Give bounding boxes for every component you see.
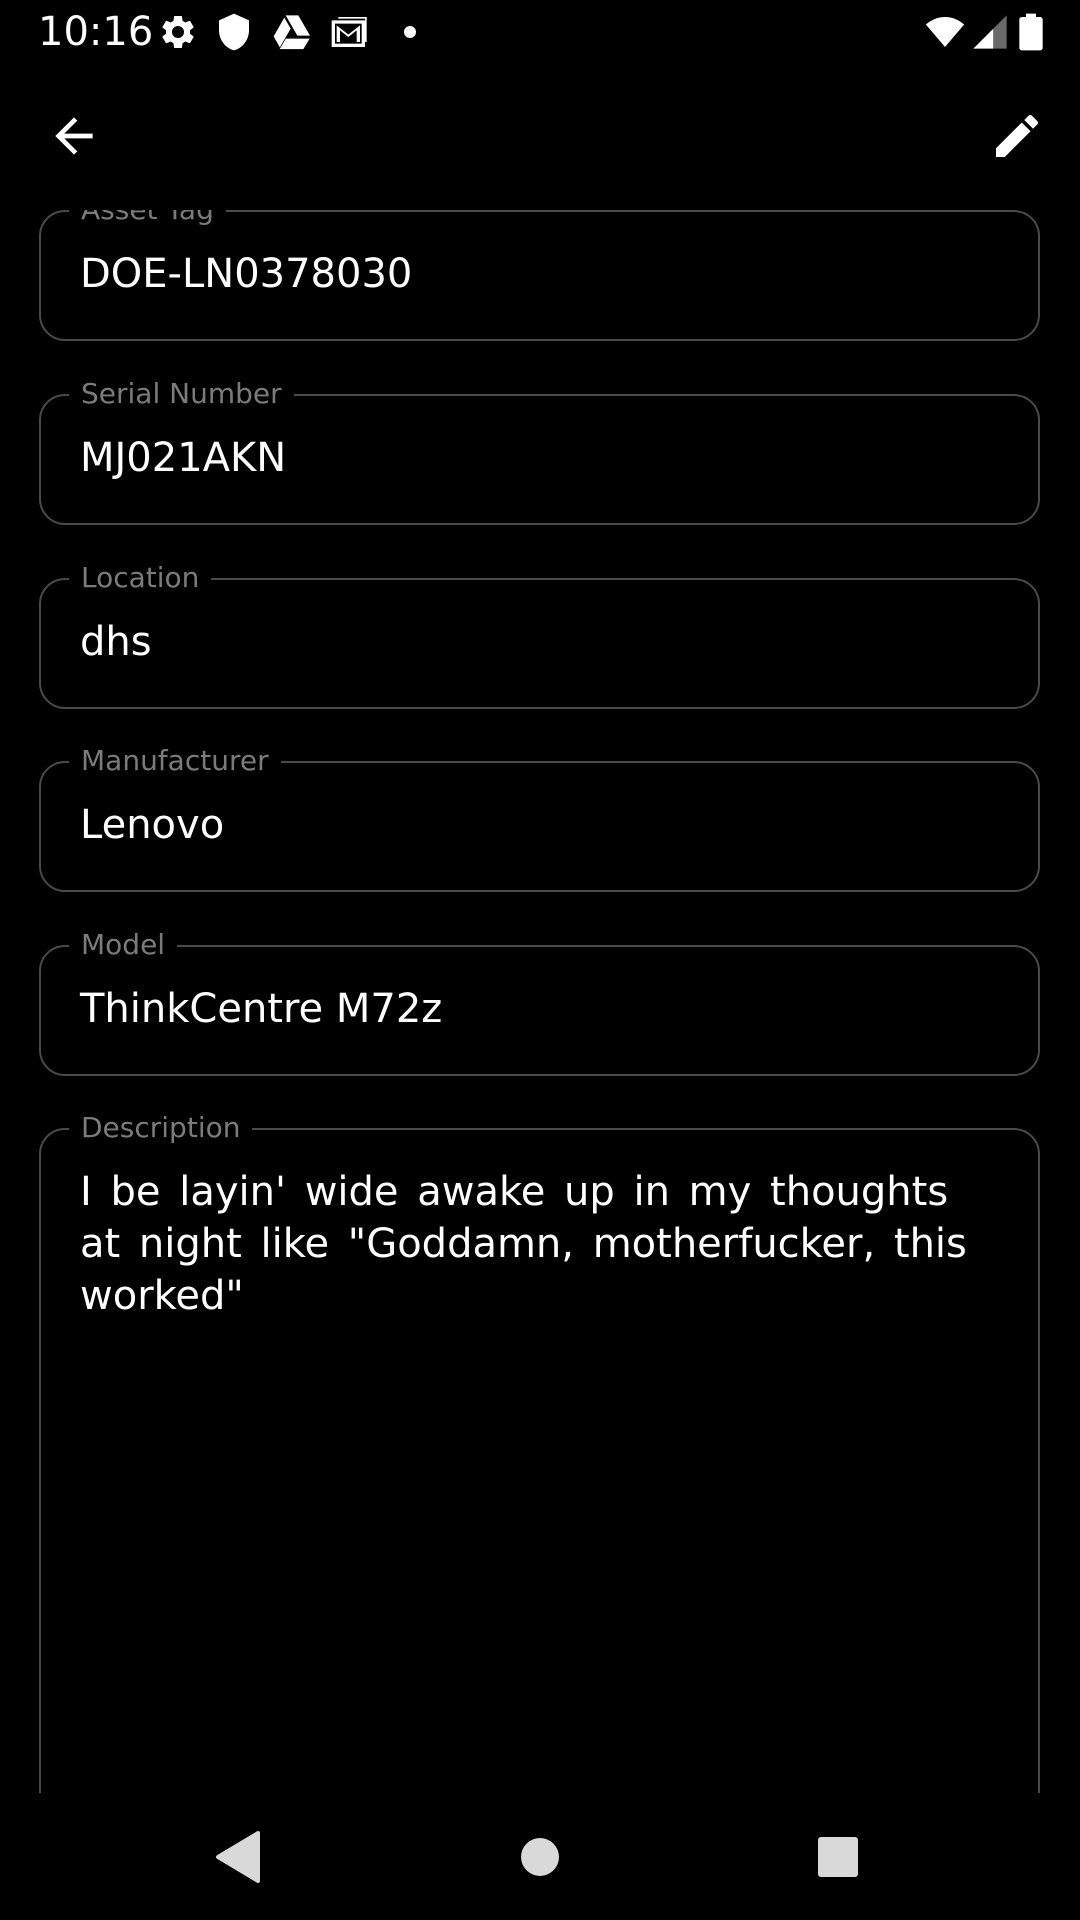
nav-recents-button[interactable] — [794, 1813, 882, 1901]
app-bar — [0, 63, 1080, 210]
manufacturer-value: Lenovo — [80, 802, 225, 848]
settings-icon — [158, 12, 198, 52]
nav-back-icon — [216, 1831, 260, 1883]
model-label: Model — [69, 927, 178, 963]
edit-button[interactable] — [981, 100, 1053, 172]
nav-back-button[interactable] — [194, 1813, 282, 1901]
description-value: I be layin' wide awake up in my thoughts… — [80, 1169, 967, 1319]
status-bar: 10:16 — [0, 0, 1080, 63]
asset-tag-label: Asset Tag — [69, 210, 226, 228]
description-field[interactable]: Description I be layin' wide awake up in… — [39, 1110, 1040, 1793]
asset-detail-form: Asset Tag DOE-LN0378030 Serial Number MJ… — [0, 210, 1080, 1793]
manufacturer-field[interactable]: Manufacturer Lenovo — [39, 743, 1040, 892]
status-time: 10:16 — [38, 9, 154, 55]
signal-icon — [968, 12, 1012, 52]
nav-home-icon — [521, 1838, 559, 1876]
nav-home-button[interactable] — [496, 1813, 584, 1901]
model-field[interactable]: Model ThinkCentre M72z — [39, 927, 1040, 1076]
location-field[interactable]: Location dhs — [39, 560, 1040, 709]
dot-icon — [392, 12, 428, 52]
location-label: Location — [69, 560, 212, 596]
arrow-back-icon — [55, 117, 93, 155]
manufacturer-label: Manufacturer — [69, 743, 281, 779]
back-button[interactable] — [38, 100, 110, 172]
shield-icon — [214, 12, 254, 52]
asset-tag-value: DOE-LN0378030 — [80, 251, 413, 297]
gmail-icon — [330, 12, 370, 52]
model-value: ThinkCentre M72z — [80, 986, 443, 1032]
location-value: dhs — [80, 619, 152, 665]
nav-recents-icon — [818, 1837, 858, 1877]
serial-number-field[interactable]: Serial Number MJ021AKN — [39, 376, 1040, 525]
asset-tag-field[interactable]: Asset Tag DOE-LN0378030 — [39, 210, 1040, 341]
description-label: Description — [69, 1110, 253, 1146]
drive-icon — [272, 12, 312, 52]
wifi-icon — [922, 12, 968, 52]
serial-number-label: Serial Number — [69, 376, 294, 412]
serial-number-value: MJ021AKN — [80, 435, 287, 481]
navigation-bar — [0, 1793, 1080, 1920]
battery-icon — [1016, 12, 1046, 52]
pencil-icon — [996, 114, 1039, 157]
